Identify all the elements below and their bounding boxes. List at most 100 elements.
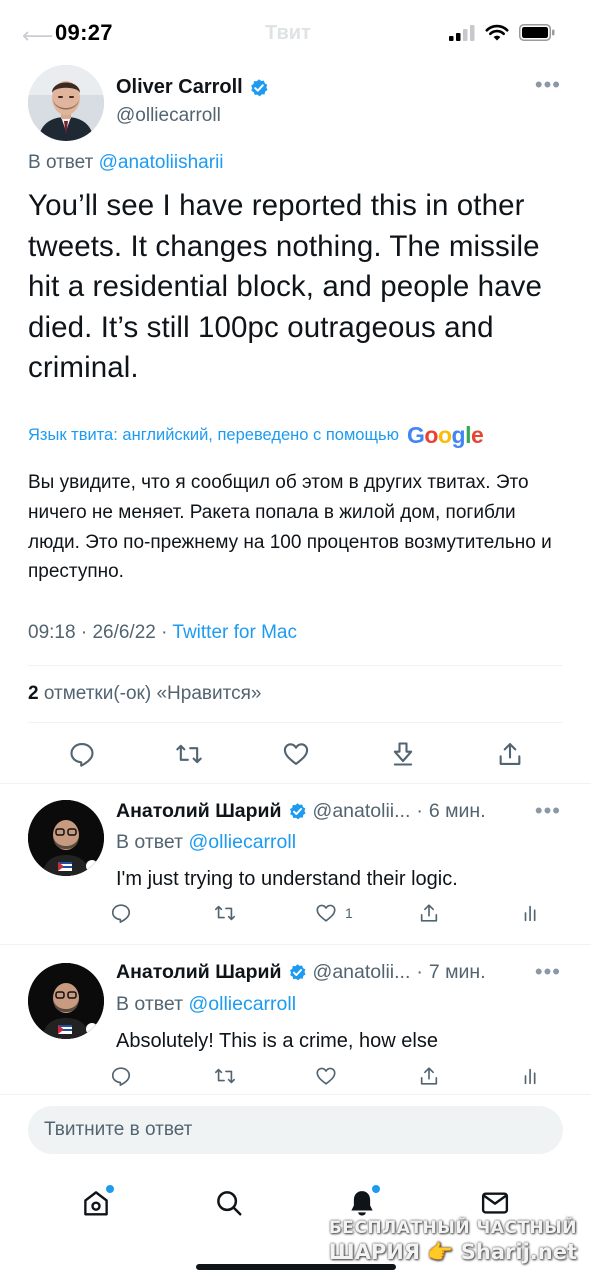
tweet-action-bar — [28, 736, 563, 772]
bookmark-button[interactable] — [385, 736, 421, 772]
tweet-text: You’ll see I have reported this in other… — [28, 189, 543, 384]
reply-prefix: В ответ — [116, 993, 184, 1015]
reply-prefix: В ответ — [28, 152, 94, 173]
watermark: БЕСПЛАТНЫЙ ЧАСТНЫЙ ШАРИЯ 👉 Sharij.net — [329, 1216, 577, 1264]
analytics-icon — [524, 1068, 536, 1085]
author-handle[interactable]: @olliecarroll — [116, 105, 221, 127]
retweet-button[interactable] — [213, 902, 253, 924]
reply-avatar[interactable] — [28, 963, 104, 1039]
author-name[interactable]: Oliver Carroll — [116, 76, 269, 99]
share-icon — [499, 743, 520, 765]
share-button[interactable] — [418, 902, 458, 924]
reply-header: Анатолий Шарий @anatolii... · 7 мин. — [116, 961, 486, 984]
reply-author-handle[interactable]: @anatolii... — [313, 800, 411, 823]
header-title: Твит — [265, 22, 311, 44]
reply-button[interactable] — [110, 902, 150, 924]
like-count: 1 — [345, 905, 353, 921]
reply-to-mention[interactable]: @anatoliisharii — [99, 152, 224, 173]
reply-text: Absolutely! This is a crime, how else — [116, 1030, 438, 1052]
share-icon — [420, 1067, 437, 1085]
translation-note-text: Язык твита: английский, переведено с пом… — [28, 426, 400, 444]
reply-to-mention[interactable]: @olliecarroll — [188, 993, 296, 1015]
translation-note[interactable]: Язык твита: английский, переведено с пом… — [28, 422, 484, 449]
reply-icon — [111, 1067, 131, 1086]
reply-prefix: В ответ — [116, 831, 184, 853]
reply-action-bar — [110, 1065, 560, 1087]
notifications-icon — [351, 1191, 373, 1216]
divider — [0, 1094, 591, 1095]
translated-text: Вы увидите, что я сообщил об этом в друг… — [28, 472, 552, 583]
unread-dot — [371, 1185, 380, 1193]
divider — [28, 665, 563, 666]
verified-badge-icon — [250, 78, 268, 96]
like-button[interactable] — [315, 1065, 355, 1087]
reply-to-mention[interactable]: @olliecarroll — [188, 831, 296, 853]
reply-to-line: В ответ @anatoliisharii — [28, 152, 224, 174]
search-icon — [217, 1191, 242, 1216]
reply-button[interactable] — [110, 1065, 150, 1087]
like-button[interactable]: 1 — [315, 902, 355, 924]
reply-icon — [111, 904, 131, 923]
cellular-signal-icon — [449, 24, 475, 41]
author-name-text: Oliver Carroll — [116, 76, 243, 98]
reply-button[interactable] — [64, 736, 100, 772]
home-indicator — [196, 1264, 396, 1270]
like-button[interactable] — [278, 736, 314, 772]
likes-label: отметки(-ок) «Нравится» — [43, 683, 262, 704]
reply-composer-placeholder: Твитните в ответ — [44, 1119, 193, 1140]
tab-home[interactable] — [76, 1183, 116, 1223]
status-icons — [449, 24, 555, 41]
tab-search[interactable] — [209, 1183, 249, 1223]
author-avatar[interactable] — [28, 65, 104, 141]
home-icon — [84, 1191, 109, 1216]
share-icon — [420, 904, 437, 922]
verified-badge-icon — [289, 964, 306, 981]
reply-author-name[interactable]: Анатолий Шарий — [116, 961, 282, 984]
more-options-icon[interactable]: ••• — [535, 74, 561, 96]
tweet-date: 26/6/22 — [92, 622, 156, 643]
reply-age: 6 мин. — [428, 800, 486, 822]
more-options-icon[interactable]: ••• — [535, 798, 561, 824]
analytics-button[interactable] — [520, 1065, 560, 1087]
unread-dot — [106, 1185, 115, 1193]
share-button[interactable] — [418, 1065, 458, 1087]
share-button[interactable] — [492, 736, 528, 772]
battery-icon — [519, 24, 555, 41]
analytics-button[interactable] — [520, 902, 560, 924]
reply-avatar[interactable] — [28, 800, 104, 876]
wifi-icon — [485, 24, 509, 41]
bookmark-download-icon — [393, 742, 412, 766]
tweet-meta: 09:18 · 26/6/22 · Twitter for Mac — [28, 622, 297, 643]
reply-composer-input[interactable]: Твитните в ответ — [28, 1106, 563, 1154]
watermark-line-2: ШАРИЯ 👉 Sharij.net — [328, 1240, 577, 1264]
likes-count-line[interactable]: 2 отметки(-ок) «Нравится» — [28, 683, 261, 705]
reply-author-name[interactable]: Анатолий Шарий — [116, 800, 282, 823]
reply-author-handle[interactable]: @anatolii... — [313, 961, 411, 984]
heart-icon — [316, 904, 336, 922]
reply-age: 7 мин. — [428, 961, 486, 983]
retweet-icon — [214, 905, 235, 921]
verified-badge-icon — [289, 803, 306, 820]
status-bar: ⟵ Твит 09:27 — [0, 0, 591, 66]
retweet-button[interactable] — [213, 1065, 253, 1087]
back-arrow-icon[interactable]: ⟵ — [22, 23, 54, 49]
reply-to-line: В ответ @olliecarroll — [116, 993, 296, 1016]
reply-action-bar: 1 — [110, 902, 560, 924]
reply-text: I'm just trying to understand their logi… — [116, 868, 458, 890]
reply-to-line: В ответ @olliecarroll — [116, 831, 296, 854]
more-options-icon[interactable]: ••• — [535, 959, 561, 985]
divider — [28, 722, 563, 723]
heart-icon — [283, 743, 308, 765]
tweet-source[interactable]: Twitter for Mac — [172, 622, 297, 643]
tweet-time: 09:18 — [28, 622, 76, 643]
reply-tweet[interactable]: Анатолий Шарий @anatolii... · 6 мин. •••… — [0, 784, 591, 944]
retweet-icon — [214, 1068, 235, 1084]
reply-header: Анатолий Шарий @anatolii... · 6 мин. — [116, 800, 486, 823]
messages-icon — [481, 1192, 508, 1214]
likes-count: 2 — [28, 683, 39, 704]
watermark-line-1: БЕСПЛАТНЫЙ ЧАСТНЫЙ — [328, 1218, 577, 1238]
google-logo: Google — [407, 422, 484, 448]
reply-tweet[interactable]: Анатолий Шарий @anatolii... · 7 мин. •••… — [0, 945, 591, 1095]
analytics-icon — [524, 905, 536, 922]
retweet-button[interactable] — [171, 736, 207, 772]
